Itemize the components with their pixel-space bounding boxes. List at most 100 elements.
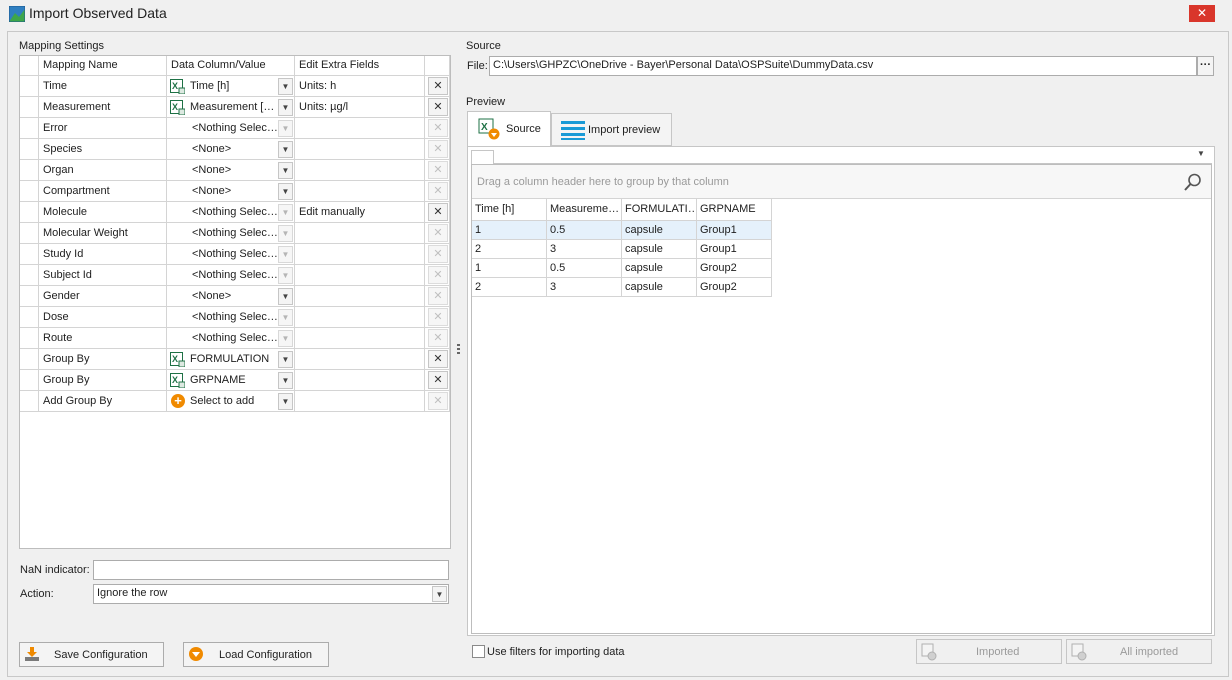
mapping-row[interactable]: Compartment <None> ▼: [20, 181, 450, 202]
preview-cell[interactable]: 2: [472, 278, 547, 297]
data-column-combo[interactable]: <Nothing Selec… ▼: [167, 118, 295, 139]
extra-fields-cell[interactable]: [295, 391, 425, 412]
chevron-down-icon[interactable]: ▼: [278, 246, 293, 263]
remove-mapping-button[interactable]: ✕: [428, 224, 448, 242]
tab-import-preview[interactable]: Import preview: [551, 113, 672, 146]
extra-fields-cell[interactable]: Edit manually: [295, 202, 425, 223]
mapping-row[interactable]: Molecular Weight <Nothing Selec… ▼: [20, 223, 450, 244]
mapping-row[interactable]: Molecule <Nothing Selec… ▼ Edit manually: [20, 202, 450, 223]
chevron-down-icon[interactable]: ▼: [278, 372, 293, 389]
row-indicator[interactable]: [20, 370, 39, 391]
mapping-row[interactable]: Group By X FORMULATION ▼: [20, 349, 450, 370]
row-indicator[interactable]: [20, 286, 39, 307]
data-column-combo[interactable]: <Nothing Selec… ▼: [167, 244, 295, 265]
row-indicator[interactable]: [20, 328, 39, 349]
preview-cell[interactable]: Group1: [697, 221, 772, 240]
chevron-down-icon[interactable]: ▼: [278, 162, 293, 179]
mapping-row[interactable]: Study Id <Nothing Selec… ▼: [20, 244, 450, 265]
preview-cell[interactable]: capsule: [622, 221, 697, 240]
row-indicator[interactable]: [20, 223, 39, 244]
extra-fields-cell[interactable]: [295, 181, 425, 202]
preview-cell[interactable]: Group1: [697, 240, 772, 259]
browse-button[interactable]: ···: [1197, 56, 1214, 76]
row-indicator[interactable]: [20, 139, 39, 160]
splitter-handle[interactable]: [457, 344, 460, 358]
data-column-combo[interactable]: X Time [h] ▼: [167, 76, 295, 97]
extra-fields-cell[interactable]: [295, 139, 425, 160]
chevron-down-icon[interactable]: ▼: [278, 225, 293, 242]
remove-mapping-button[interactable]: ✕: [428, 266, 448, 284]
chevron-down-icon[interactable]: ▼: [278, 267, 293, 284]
row-indicator[interactable]: [20, 76, 39, 97]
remove-mapping-button[interactable]: ✕: [428, 98, 448, 116]
preview-column-header[interactable]: GRPNAME: [697, 199, 772, 221]
preview-column-header[interactable]: Time [h]: [472, 199, 547, 221]
preview-cell[interactable]: 1: [472, 259, 547, 278]
data-column-combo[interactable]: <Nothing Selec… ▼: [167, 223, 295, 244]
nan-indicator-input[interactable]: [93, 560, 449, 580]
chevron-down-icon[interactable]: ▼: [278, 330, 293, 347]
imported-button[interactable]: Imported: [916, 639, 1062, 664]
extra-fields-cell[interactable]: [295, 328, 425, 349]
data-column-combo[interactable]: X Measurement [… ▼: [167, 97, 295, 118]
remove-mapping-button[interactable]: ✕: [428, 308, 448, 326]
remove-mapping-button[interactable]: ✕: [428, 287, 448, 305]
preview-cell[interactable]: 1: [472, 221, 547, 240]
preview-column-header[interactable]: FORMULATI…: [622, 199, 697, 221]
remove-mapping-button[interactable]: ✕: [428, 182, 448, 200]
preview-column-header[interactable]: Measureme…: [547, 199, 622, 221]
sheet-tabs-dropdown-icon[interactable]: ▼: [1197, 149, 1205, 158]
chevron-down-icon[interactable]: ▼: [278, 393, 293, 410]
mapping-row[interactable]: Subject Id <Nothing Selec… ▼: [20, 265, 450, 286]
remove-mapping-button[interactable]: ✕: [428, 329, 448, 347]
remove-mapping-button[interactable]: ✕: [428, 245, 448, 263]
remove-mapping-button[interactable]: ✕: [428, 203, 448, 221]
row-indicator[interactable]: [20, 265, 39, 286]
preview-cell[interactable]: capsule: [622, 259, 697, 278]
row-indicator[interactable]: [20, 97, 39, 118]
preview-cell[interactable]: 3: [547, 240, 622, 259]
data-column-combo[interactable]: <Nothing Selec… ▼: [167, 307, 295, 328]
data-column-combo[interactable]: X GRPNAME ▼: [167, 370, 295, 391]
chevron-down-icon[interactable]: ▼: [432, 586, 447, 602]
extra-fields-cell[interactable]: [295, 349, 425, 370]
tab-source[interactable]: X Source: [467, 111, 551, 146]
row-indicator[interactable]: [20, 202, 39, 223]
mapping-row[interactable]: Add Group By + Select to add ▼: [20, 391, 450, 412]
data-column-combo[interactable]: + Select to add ▼: [167, 391, 295, 412]
data-column-combo[interactable]: <Nothing Selec… ▼: [167, 328, 295, 349]
header-extra-fields[interactable]: Edit Extra Fields: [295, 56, 425, 76]
extra-fields-cell[interactable]: [295, 244, 425, 265]
extra-fields-cell[interactable]: [295, 118, 425, 139]
load-configuration-button[interactable]: Load Configuration: [183, 642, 329, 667]
preview-cell[interactable]: Group2: [697, 278, 772, 297]
extra-fields-cell[interactable]: [295, 286, 425, 307]
data-column-combo[interactable]: <None> ▼: [167, 286, 295, 307]
remove-mapping-button[interactable]: ✕: [428, 119, 448, 137]
mapping-row[interactable]: Organ <None> ▼: [20, 160, 450, 181]
chevron-down-icon[interactable]: ▼: [278, 120, 293, 137]
extra-fields-cell[interactable]: [295, 160, 425, 181]
chevron-down-icon[interactable]: ▼: [278, 141, 293, 158]
row-indicator[interactable]: [20, 118, 39, 139]
mapping-row[interactable]: Species <None> ▼: [20, 139, 450, 160]
data-column-combo[interactable]: <None> ▼: [167, 139, 295, 160]
data-column-combo[interactable]: <None> ▼: [167, 181, 295, 202]
row-indicator[interactable]: [20, 391, 39, 412]
remove-mapping-button[interactable]: ✕: [428, 392, 448, 410]
remove-mapping-button[interactable]: ✕: [428, 77, 448, 95]
mapping-row[interactable]: Time X Time [h] ▼ Units: h: [20, 76, 450, 97]
header-mapping-name[interactable]: Mapping Name: [39, 56, 167, 76]
data-column-combo[interactable]: <Nothing Selec… ▼: [167, 265, 295, 286]
group-panel[interactable]: Drag a column header here to group by th…: [472, 165, 1211, 199]
mapping-row[interactable]: Gender <None> ▼: [20, 286, 450, 307]
extra-fields-cell[interactable]: [295, 265, 425, 286]
chevron-down-icon[interactable]: ▼: [278, 183, 293, 200]
preview-cell[interactable]: capsule: [622, 240, 697, 259]
mapping-row[interactable]: Dose <Nothing Selec… ▼: [20, 307, 450, 328]
remove-mapping-button[interactable]: ✕: [428, 350, 448, 368]
mapping-row[interactable]: Route <Nothing Selec… ▼: [20, 328, 450, 349]
data-column-combo[interactable]: <None> ▼: [167, 160, 295, 181]
use-filters-checkbox[interactable]: [472, 645, 485, 658]
mapping-row[interactable]: Measurement X Measurement [… ▼ Units: µg/l: [20, 97, 450, 118]
